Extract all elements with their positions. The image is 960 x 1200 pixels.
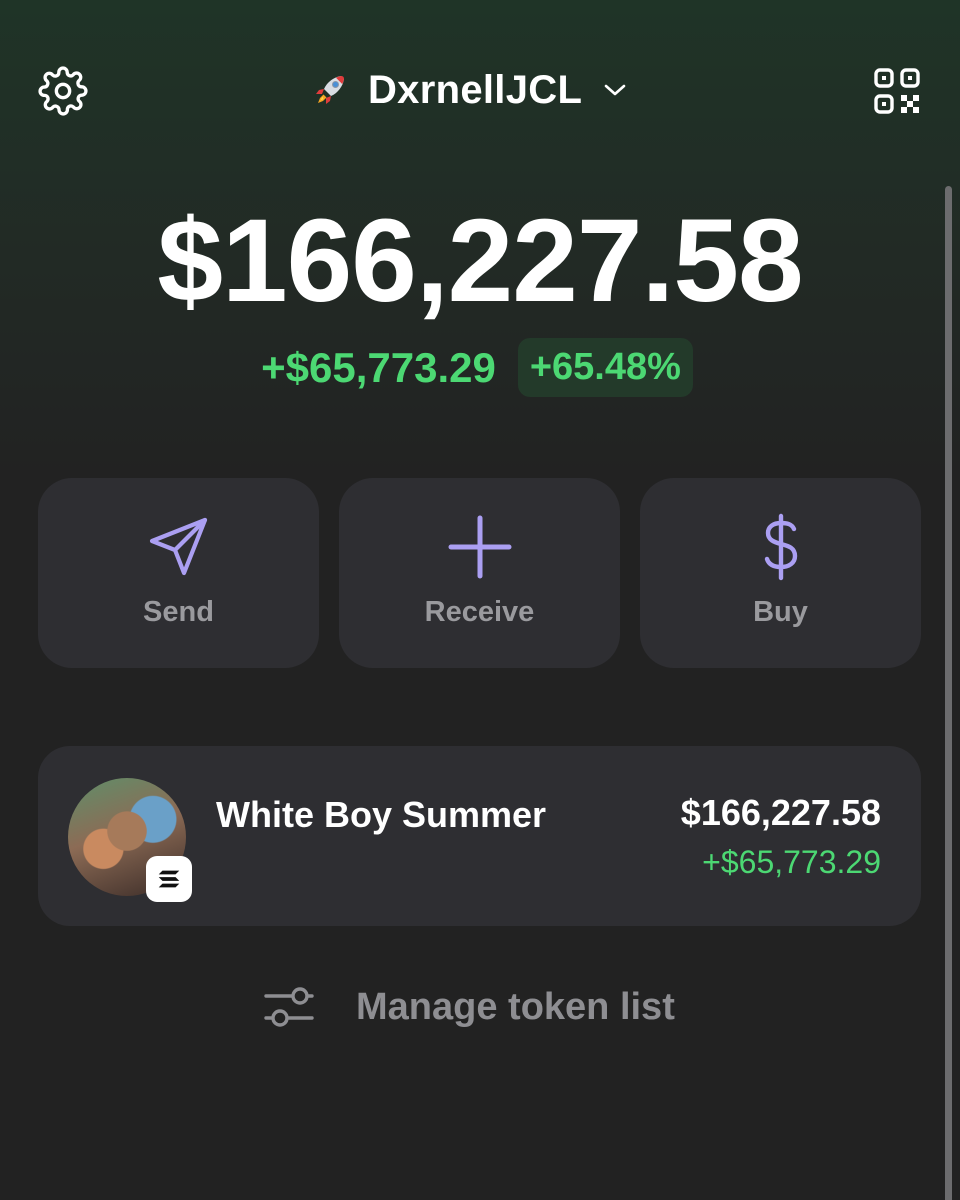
chevron-down-icon <box>604 84 626 96</box>
qr-code-icon <box>874 68 920 114</box>
sliders-icon <box>264 987 314 1027</box>
wallet-screen: DxrnellJCL $166,227.58 +$65,773.29 +65.4… <box>0 0 960 1200</box>
token-value: $166,227.58 <box>680 792 881 833</box>
solana-badge-icon <box>146 856 192 902</box>
change-amount: +$65,773.29 <box>261 343 496 391</box>
balance-change: +$65,773.29 +65.48% <box>0 338 960 397</box>
gear-icon <box>38 66 88 116</box>
token-row[interactable]: White Boy Summer $166,227.58 +$65,773.29 <box>38 746 921 926</box>
send-label: Send <box>143 596 214 628</box>
send-button[interactable]: Send <box>38 478 319 668</box>
receive-label: Receive <box>424 596 535 628</box>
scrollbar[interactable] <box>945 186 952 1200</box>
dollar-icon <box>764 513 797 581</box>
buy-button[interactable]: Buy <box>640 478 921 668</box>
send-icon <box>149 517 207 576</box>
rocket-icon <box>316 76 344 104</box>
account-name: DxrnellJCL <box>368 67 583 112</box>
qr-code-button[interactable] <box>872 66 922 116</box>
change-percent-badge: +65.48% <box>517 338 693 397</box>
plus-icon <box>448 515 511 579</box>
manage-token-list-button[interactable]: Manage token list <box>262 982 675 1032</box>
receive-button[interactable]: Receive <box>339 478 620 668</box>
buy-label: Buy <box>753 596 808 628</box>
token-change: +$65,773.29 <box>702 844 881 880</box>
settings-button[interactable] <box>38 66 88 116</box>
account-selector[interactable]: DxrnellJCL <box>310 62 630 118</box>
total-balance: $166,227.58 <box>157 195 803 327</box>
manage-token-list-label: Manage token list <box>356 985 675 1028</box>
solana-icon <box>158 870 180 888</box>
token-name: White Boy Summer <box>216 794 547 835</box>
action-buttons: Send Receive Buy <box>38 478 921 668</box>
